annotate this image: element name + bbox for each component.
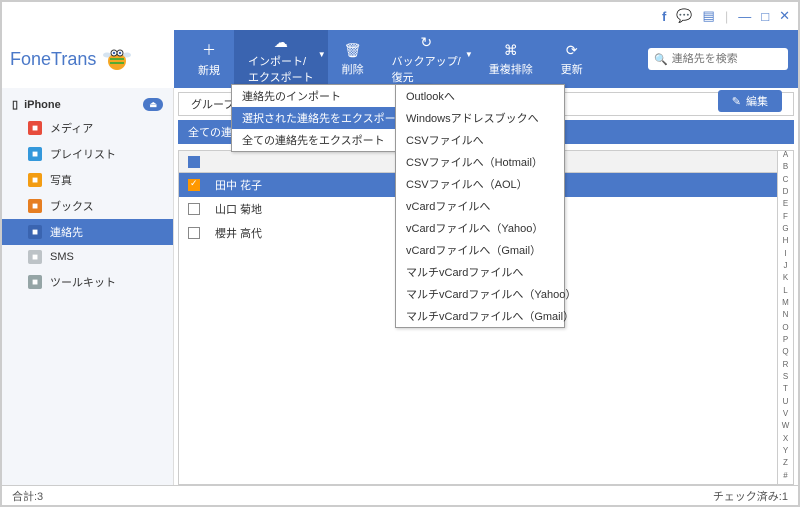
sidebar-item-label: メディア — [50, 120, 93, 136]
plus-icon: ＋ — [202, 40, 216, 60]
alpha-E[interactable]: E — [778, 200, 793, 212]
export-submenu: OutlookへWindowsアドレスブックへCSVファイルへCSVファイルへ（… — [395, 84, 565, 328]
app-title: FoneTrans — [10, 49, 96, 70]
import-export-button[interactable]: ☁インポート/エクスポート▼ — [234, 30, 328, 89]
sidebar-item-2[interactable]: ■ 写真 — [2, 167, 173, 193]
sidebar-icon: ■ — [28, 275, 42, 289]
status-checked: チェック済み:1 — [713, 488, 788, 504]
maximize-button[interactable]: □ — [761, 9, 769, 24]
sidebar-icon: ■ — [28, 173, 42, 187]
submenu-item[interactable]: マルチvCardファイルへ — [396, 261, 564, 283]
titlebar: f 💬 ▤ | — □ ✕ — [2, 2, 798, 30]
alpha-K[interactable]: K — [778, 274, 793, 286]
toolbar: ＋新規 ☁インポート/エクスポート▼ 🗑削除 ↻バックアップ/復元▼ ⌘重複排除… — [174, 30, 798, 88]
minimize-button[interactable]: — — [738, 9, 751, 24]
backup-restore-button[interactable]: ↻バックアップ/復元▼ — [378, 30, 475, 89]
row-checkbox[interactable] — [188, 227, 200, 239]
feedback-icon[interactable]: ▤ — [703, 8, 715, 24]
sidebar-icon: ■ — [28, 225, 42, 239]
sidebar-item-label: 写真 — [50, 172, 72, 188]
submenu-item[interactable]: vCardファイルへ（Yahoo） — [396, 217, 564, 239]
edit-button[interactable]: ✎編集 — [718, 90, 782, 112]
submenu-item[interactable]: マルチvCardファイルへ（Yahoo） — [396, 283, 564, 305]
chat-icon[interactable]: 💬 — [676, 8, 692, 24]
search-input[interactable] — [672, 53, 772, 65]
submenu-item[interactable]: CSVファイルへ（AOL） — [396, 173, 564, 195]
pencil-icon: ✎ — [732, 95, 741, 108]
delete-button[interactable]: 🗑削除 — [328, 38, 378, 81]
status-bar: 合計:3 チェック済み:1 — [2, 485, 798, 505]
submenu-item[interactable]: vCardファイルへ（Gmail） — [396, 239, 564, 261]
sidebar-item-label: SMS — [50, 251, 74, 263]
alpha-N[interactable]: N — [778, 311, 793, 323]
alpha-W[interactable]: W — [778, 422, 793, 434]
alpha-Q[interactable]: Q — [778, 348, 793, 360]
refresh-icon: ↻ — [420, 34, 432, 51]
submenu-item[interactable]: CSVファイルへ（Hotmail） — [396, 151, 564, 173]
alpha-T[interactable]: T — [778, 385, 793, 397]
submenu-item[interactable]: Windowsアドレスブックへ — [396, 107, 564, 129]
sidebar-icon: ■ — [28, 147, 42, 161]
alpha-B[interactable]: B — [778, 163, 793, 175]
sidebar-item-1[interactable]: ■ プレイリスト — [2, 141, 173, 167]
row-checkbox[interactable] — [188, 179, 200, 191]
close-button[interactable]: ✕ — [779, 8, 790, 24]
logo-area: FoneTrans — [2, 30, 174, 88]
dedupe-button[interactable]: ⌘重複排除 — [475, 38, 547, 81]
device-row[interactable]: ▯ iPhone ⏏ — [2, 94, 173, 115]
trash-icon: 🗑 — [344, 42, 362, 59]
sidebar-icon: ■ — [28, 250, 42, 264]
sidebar: ▯ iPhone ⏏ ■メディア■プレイリスト■写真■ブックス■連絡先■SMS■… — [2, 88, 174, 485]
sidebar-item-label: ブックス — [50, 198, 94, 214]
sidebar-item-label: プレイリスト — [50, 146, 116, 162]
sidebar-item-6[interactable]: ■ ツールキット — [2, 269, 173, 295]
device-eject-icon[interactable]: ⏏ — [143, 98, 163, 111]
cloud-icon: ☁ — [274, 34, 288, 51]
submenu-item[interactable]: マルチvCardファイルへ（Gmail） — [396, 305, 564, 327]
chevron-down-icon: ▼ — [318, 50, 326, 59]
sidebar-icon: ■ — [28, 199, 42, 213]
submenu-item[interactable]: vCardファイルへ — [396, 195, 564, 217]
refresh-button[interactable]: ⟳更新 — [547, 38, 597, 81]
sidebar-icon: ■ — [28, 121, 42, 135]
sidebar-item-0[interactable]: ■ メディア — [2, 115, 173, 141]
row-checkbox[interactable] — [188, 203, 200, 215]
alpha-H[interactable]: H — [778, 237, 793, 249]
search-icon: 🔍 — [654, 53, 668, 66]
alpha-Z[interactable]: Z — [778, 459, 793, 471]
sidebar-item-4[interactable]: ■ 連絡先 — [2, 219, 173, 245]
search-box[interactable]: 🔍 — [648, 48, 788, 70]
alpha-index[interactable]: ABCDEFGHIJKLMNOPQRSTUVWXYZ# — [778, 150, 794, 485]
alpha-#[interactable]: # — [778, 472, 793, 484]
phone-icon: ▯ — [12, 98, 18, 111]
submenu-item[interactable]: Outlookへ — [396, 85, 564, 107]
bee-icon — [101, 43, 133, 75]
sidebar-item-label: 連絡先 — [50, 224, 83, 240]
new-button[interactable]: ＋新規 — [184, 36, 234, 82]
people-icon: ⌘ — [504, 42, 518, 59]
sidebar-item-label: ツールキット — [50, 274, 116, 290]
facebook-icon[interactable]: f — [662, 9, 666, 24]
status-total: 合計:3 — [12, 488, 43, 504]
sidebar-item-5[interactable]: ■ SMS — [2, 245, 173, 269]
sidebar-item-3[interactable]: ■ ブックス — [2, 193, 173, 219]
submenu-item[interactable]: CSVファイルへ — [396, 129, 564, 151]
select-all-checkbox[interactable] — [188, 156, 200, 168]
content-area: グループ ✎編集 全ての連絡先（3） 名前 田中 花子山口 菊地櫻井 高代 AB… — [174, 88, 798, 485]
device-label: iPhone — [24, 99, 61, 111]
reload-icon: ⟳ — [566, 42, 578, 59]
chevron-down-icon: ▼ — [465, 50, 473, 59]
